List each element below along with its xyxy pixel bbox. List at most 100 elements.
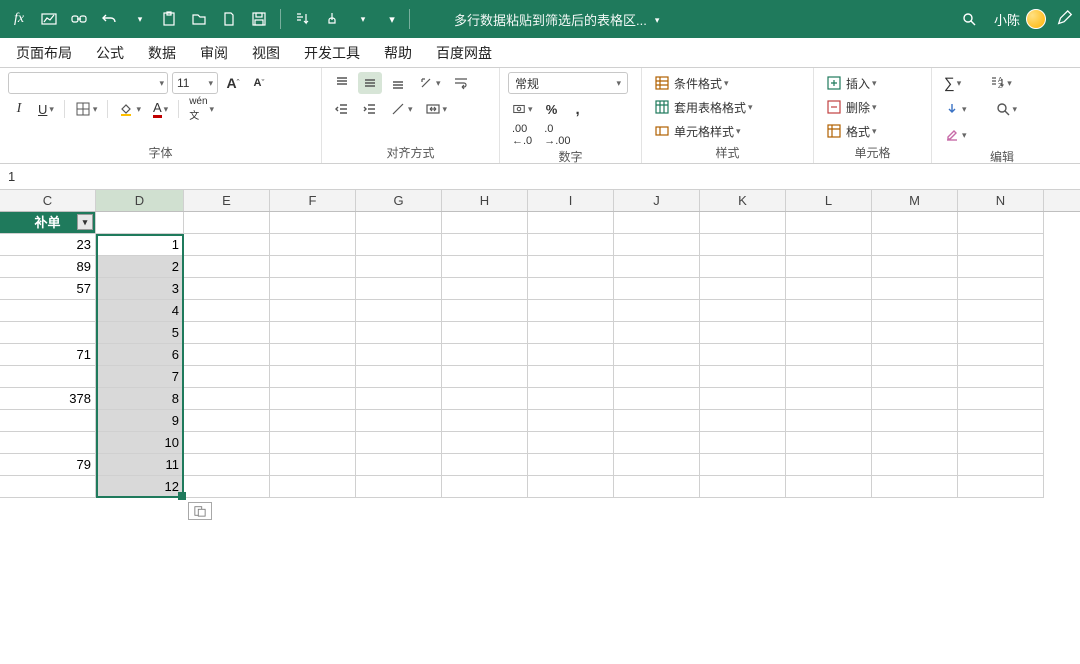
col-header-D[interactable]: D [96,190,184,211]
cell[interactable] [786,278,872,300]
align-top-icon[interactable] [330,72,354,94]
tab-formulas[interactable]: 公式 [84,38,136,67]
cell[interactable] [958,278,1044,300]
borders-icon[interactable]: ▾ [71,98,102,120]
new-icon[interactable] [216,6,242,32]
cell[interactable] [614,256,700,278]
cell[interactable]: 7 [96,366,184,388]
italic-icon[interactable]: I [8,98,30,120]
delete-button[interactable]: 删除▾ [822,96,932,118]
cell[interactable]: 71 [0,344,96,366]
table-style-button[interactable]: 套用表格格式▾ [650,96,760,118]
cell[interactable] [958,344,1044,366]
touch-more-icon[interactable]: ▾ [349,6,375,32]
cell[interactable] [872,366,958,388]
cell[interactable] [270,366,356,388]
conditional-format-button[interactable]: 条件格式▾ [650,72,760,94]
cell[interactable] [0,476,96,498]
decrease-font-icon[interactable]: Aˇ [248,72,270,94]
cell[interactable] [614,300,700,322]
autosum-icon[interactable]: ∑▾ [940,72,965,94]
cell[interactable]: 6 [96,344,184,366]
cell[interactable] [356,432,442,454]
cell[interactable] [958,410,1044,432]
filter-dropdown-icon[interactable]: ▾ [77,214,93,230]
cell[interactable] [442,432,528,454]
cell[interactable] [786,344,872,366]
cell[interactable] [528,234,614,256]
cell[interactable]: 9 [96,410,184,432]
cell[interactable] [270,234,356,256]
fill-color-icon[interactable]: ▾ [114,98,145,120]
cell[interactable]: 79 [0,454,96,476]
cell[interactable] [872,256,958,278]
cell[interactable] [958,388,1044,410]
paste-icon[interactable] [156,6,182,32]
cell[interactable] [958,432,1044,454]
cell[interactable] [700,256,786,278]
cell[interactable] [700,278,786,300]
paste-options-icon[interactable] [188,502,212,520]
cell[interactable] [700,234,786,256]
cell[interactable] [872,388,958,410]
cell[interactable] [528,256,614,278]
cell[interactable] [872,278,958,300]
cell[interactable] [0,410,96,432]
cells-area[interactable]: 补单 ▾ 23 1 89 2 57 3 4 5 [0,212,1080,498]
cell[interactable] [700,454,786,476]
cell[interactable] [356,234,442,256]
cell[interactable] [96,212,184,234]
tab-data[interactable]: 数据 [136,38,188,67]
cell[interactable]: 378 [0,388,96,410]
cell[interactable] [614,432,700,454]
cell[interactable] [270,300,356,322]
cell[interactable] [614,388,700,410]
pen-icon[interactable] [1056,10,1074,28]
cell[interactable] [872,212,958,234]
increase-font-icon[interactable]: Aˆ [222,72,244,94]
cell[interactable] [0,366,96,388]
cell[interactable] [0,300,96,322]
cell[interactable] [958,366,1044,388]
comma-icon[interactable]: , [567,98,589,120]
cell[interactable] [442,366,528,388]
fill-icon[interactable]: ▾ [940,98,971,120]
col-header-N[interactable]: N [958,190,1044,211]
col-header-C[interactable]: C [0,190,96,211]
save-icon[interactable] [246,6,272,32]
col-header-G[interactable]: G [356,190,442,211]
tab-page-layout[interactable]: 页面布局 [4,38,84,67]
sort-filter-icon[interactable]: AZ▾ [985,72,1016,94]
increase-indent-icon[interactable] [358,98,382,120]
cell[interactable] [872,454,958,476]
open-icon[interactable] [186,6,212,32]
cell[interactable] [958,454,1044,476]
tab-baidu[interactable]: 百度网盘 [424,38,504,67]
link-icon[interactable] [66,6,92,32]
cell[interactable] [270,212,356,234]
cell[interactable] [528,344,614,366]
cell[interactable] [184,432,270,454]
cell[interactable] [872,476,958,498]
cell[interactable]: 11 [96,454,184,476]
cell[interactable] [786,388,872,410]
cell[interactable] [786,300,872,322]
cell[interactable] [184,300,270,322]
cell[interactable] [528,476,614,498]
col-header-J[interactable]: J [614,190,700,211]
cell[interactable] [614,234,700,256]
cell[interactable] [442,388,528,410]
undo-more-icon[interactable]: ▾ [126,6,152,32]
cell[interactable] [786,234,872,256]
cell[interactable] [184,366,270,388]
col-header-L[interactable]: L [786,190,872,211]
formula-bar[interactable]: 1 [0,164,1080,190]
cell[interactable] [614,322,700,344]
qat-customize-icon[interactable]: ▾ [379,6,405,32]
col-header-M[interactable]: M [872,190,958,211]
cell[interactable] [786,322,872,344]
cell[interactable] [872,234,958,256]
cell[interactable] [700,410,786,432]
cell[interactable] [442,322,528,344]
cell[interactable] [356,344,442,366]
